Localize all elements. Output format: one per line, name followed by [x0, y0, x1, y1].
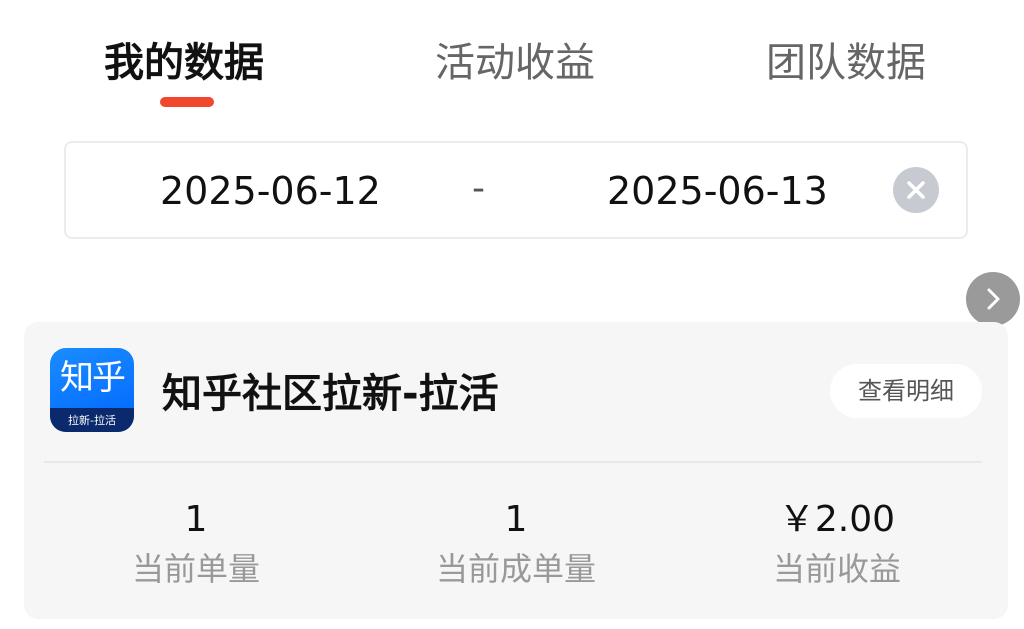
stat-current-earnings: ￥2.00 当前收益 — [687, 498, 987, 590]
tab-team-data[interactable]: 团队数据 — [766, 36, 926, 90]
zhihu-app-logo: 知乎 拉新-拉活 — [50, 348, 134, 432]
start-date[interactable]: 2025-06-12 — [160, 167, 381, 215]
tab-bar: 我的数据 活动收益 团队数据 — [0, 0, 1024, 120]
stat-current-orders: 1 当前单量 — [46, 498, 346, 590]
stat-value: 1 — [184, 499, 208, 540]
stat-label: 当前单量 — [131, 550, 260, 588]
active-tab-indicator — [160, 97, 214, 107]
next-float-button[interactable] — [966, 272, 1020, 326]
card-divider — [44, 461, 982, 463]
stat-value: 1 — [504, 499, 528, 540]
page: 我的数据 活动收益 团队数据 2025-06-12 - 2025-06-13 知… — [0, 0, 1024, 629]
end-date[interactable]: 2025-06-13 — [607, 167, 828, 215]
chevron-right-icon — [987, 288, 1000, 310]
activity-card: 知乎 拉新-拉活 知乎社区拉新-拉活 查看明细 1 当前单量 1 当前成单量 ￥… — [24, 322, 1008, 619]
tab-my-data[interactable]: 我的数据 — [104, 36, 264, 90]
stat-label: 当前成单量 — [435, 550, 596, 588]
close-circle-icon — [907, 181, 925, 199]
date-separator: - — [472, 168, 485, 209]
stat-completed-orders: 1 当前成单量 — [366, 498, 666, 590]
stat-label: 当前收益 — [772, 550, 901, 588]
date-range-picker[interactable]: 2025-06-12 - 2025-06-13 — [64, 141, 968, 239]
view-details-button[interactable]: 查看明细 — [830, 364, 982, 418]
activity-title: 知乎社区拉新-拉活 — [162, 371, 499, 417]
clear-date-button[interactable] — [893, 167, 939, 213]
tab-activity-earnings[interactable]: 活动收益 — [435, 36, 595, 90]
logo-main-text: 知乎 — [60, 358, 126, 398]
stat-value: ￥2.00 — [778, 499, 896, 540]
logo-sub-text: 拉新-拉活 — [68, 414, 116, 427]
